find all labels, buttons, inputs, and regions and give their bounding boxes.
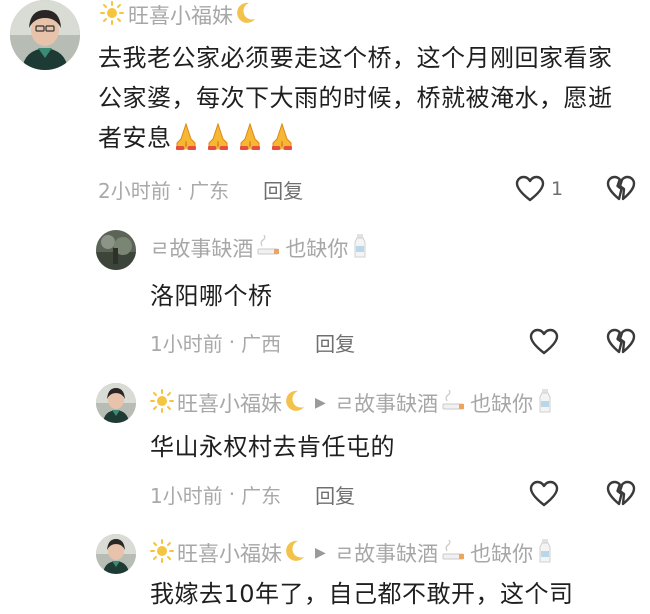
author-name[interactable]: 旺喜小福妹 — [128, 0, 233, 30]
comment-time: 2小时前 — [98, 178, 171, 203]
cigarette-icon — [441, 539, 467, 567]
sun-icon — [150, 538, 174, 568]
comment-text: 我嫁去10年了，自己都不敢开，这个司 — [150, 580, 574, 608]
dislike-button[interactable] — [606, 174, 636, 204]
author-tail[interactable]: 也缺你 — [285, 233, 348, 263]
comment-text: 去我老公家必须要走这个桥，这个月刚回家看家公家婆，每次下大雨的时候，桥就被淹水，… — [98, 44, 613, 152]
reply-arrow-icon: ▶ — [315, 545, 326, 561]
folded-hands-icon — [172, 121, 200, 151]
comment-author[interactable]: 旺喜小福妹 ▶ ㄹ故事缺酒 也缺你 — [150, 538, 554, 568]
crescent-moon-icon — [284, 539, 306, 568]
author-name[interactable]: ㄹ故事缺酒 — [150, 233, 253, 263]
cigarette-icon — [256, 234, 282, 262]
dislike-button[interactable] — [606, 479, 636, 509]
avatar[interactable] — [10, 0, 80, 70]
meta-separator: · — [176, 177, 184, 201]
comment-text: 华山永权村去肯任屯的 — [150, 433, 395, 461]
milk-bottle-icon — [536, 388, 554, 419]
comment-location: 广东 — [241, 483, 282, 508]
comment-text: 洛阳哪个桥 — [150, 282, 273, 310]
comment-author[interactable]: ㄹ故事缺酒 也缺你 — [150, 233, 369, 263]
like-count: 1 — [551, 178, 564, 200]
meta-separator: · — [228, 330, 236, 354]
reply-to-name[interactable]: ㄹ故事缺酒 — [335, 388, 438, 418]
reply-to-tail[interactable]: 也缺你 — [470, 388, 533, 418]
heart-icon[interactable] — [515, 175, 545, 203]
comment-time: 1小时前 — [150, 331, 223, 356]
like-button[interactable] — [529, 327, 559, 357]
avatar[interactable] — [96, 230, 136, 270]
reply-button[interactable]: 回复 — [315, 328, 355, 357]
heart-icon[interactable] — [529, 480, 559, 508]
avatar[interactable] — [96, 383, 136, 423]
reply-arrow-icon: ▶ — [315, 395, 326, 411]
broken-heart-icon[interactable] — [606, 480, 636, 508]
emoji-group — [172, 121, 300, 152]
cigarette-icon — [441, 389, 467, 417]
comment-meta: 1小时前 · 广西 回复 — [150, 327, 355, 357]
milk-bottle-icon — [536, 538, 554, 569]
folded-hands-icon — [236, 121, 264, 151]
folded-hands-icon — [204, 121, 232, 151]
comment-author[interactable]: 旺喜小福妹 — [100, 0, 257, 30]
avatar[interactable] — [96, 534, 136, 574]
crescent-moon-icon — [235, 1, 257, 30]
dislike-button[interactable] — [606, 327, 636, 357]
reply-button[interactable]: 回复 — [315, 480, 355, 509]
reply-to-tail[interactable]: 也缺你 — [470, 538, 533, 568]
like-button[interactable] — [529, 479, 559, 509]
comment-meta: 2小时前 · 广东 回复 — [98, 174, 303, 204]
broken-heart-icon[interactable] — [606, 328, 636, 356]
broken-heart-icon[interactable] — [606, 175, 636, 203]
sun-icon — [100, 0, 124, 30]
like-button[interactable]: 1 — [515, 174, 563, 204]
folded-hands-icon — [268, 121, 296, 151]
author-name[interactable]: 旺喜小福妹 — [177, 388, 282, 418]
comment-location: 广东 — [189, 178, 230, 203]
sun-icon — [150, 388, 174, 418]
heart-icon[interactable] — [529, 328, 559, 356]
comment-meta: 1小时前 · 广东 回复 — [150, 479, 355, 509]
comment-location: 广西 — [241, 331, 282, 356]
author-name[interactable]: 旺喜小福妹 — [177, 538, 282, 568]
reply-to-name[interactable]: ㄹ故事缺酒 — [335, 538, 438, 568]
milk-bottle-icon — [351, 233, 369, 264]
crescent-moon-icon — [284, 389, 306, 418]
comment-time: 1小时前 — [150, 483, 223, 508]
meta-separator: · — [228, 482, 236, 506]
comment-author[interactable]: 旺喜小福妹 ▶ ㄹ故事缺酒 也缺你 — [150, 388, 554, 418]
reply-button[interactable]: 回复 — [263, 175, 303, 204]
